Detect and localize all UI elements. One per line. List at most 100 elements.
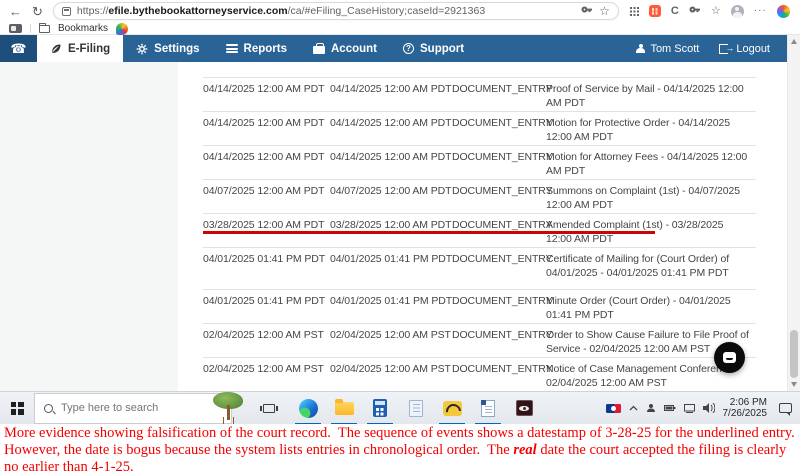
tab-support[interactable]: ? Support [390,35,477,62]
table-row[interactable]: 02/04/2025 12:00 AM PST 02/04/2025 12:00… [203,358,756,392]
tab-settings[interactable]: Settings [123,35,212,62]
tab-label: Account [331,43,377,55]
sidebar-toggle-icon[interactable] [9,24,22,33]
wallet-key-icon[interactable] [689,5,701,17]
description-cell: Motion for Attorney Fees - 04/14/2025 12… [546,150,756,179]
filed-date-cell: 04/01/2025 01:41 PM PDT [203,294,330,323]
scroll-up-arrow-icon[interactable] [791,39,797,44]
taskbar-clock[interactable]: 2:06 PM7/26/2025 [723,397,768,420]
taskbar-app-notepad[interactable] [398,392,434,425]
user-menu[interactable]: Tom Scott [636,43,699,55]
page-content: 04/14/2025 12:00 AM PDT 04/14/2025 12:00… [0,62,800,391]
bookmarks-label[interactable]: Bookmarks [58,23,108,34]
logout-label: Logout [736,43,770,55]
action-center-icon[interactable] [779,403,792,413]
toolbar-icons: C ☆ ··· [630,5,790,18]
apps-grid-icon[interactable] [630,7,639,16]
entered-date-cell: 04/01/2025 01:41 PM PDT [330,294,452,323]
entry-type-cell: DOCUMENT_ENTRY [452,294,546,323]
table-row[interactable]: 04/01/2025 01:41 PM PDT 04/01/2025 01:41… [203,248,756,290]
browser-menu-icon[interactable]: ··· [754,6,767,16]
filed-date-cell: 02/04/2025 12:00 AM PST [203,328,330,357]
start-button[interactable] [0,392,34,425]
word-document-icon [481,400,495,417]
scrollbar-thumb[interactable] [790,330,798,378]
edge-icon [299,399,318,418]
table-row[interactable]: 04/14/2025 12:00 AM PDT 04/14/2025 12:00… [203,112,756,146]
briefcase-icon [313,46,325,54]
page-scrollbar[interactable] [787,35,800,391]
taskbar-search[interactable] [34,393,232,424]
search-highlight-tree-image[interactable] [210,392,246,422]
entry-type-cell: DOCUMENT_ENTRY [452,116,546,145]
clock-time: 2:06 PM [730,397,767,408]
tray-speaker-icon[interactable] [703,403,715,413]
case-history-panel: 04/14/2025 12:00 AM PDT 04/14/2025 12:00… [178,62,787,391]
filed-date-cell: 04/14/2025 12:00 AM PDT [203,150,330,179]
extension-icon[interactable] [649,5,661,17]
filed-date-cell: 04/07/2025 12:00 AM PDT [203,184,330,213]
navbar-right: Tom Scott Logout [636,35,800,62]
phone-button[interactable]: ☎ [0,35,37,62]
site-info-icon[interactable] [62,7,71,16]
tab-account[interactable]: Account [300,35,390,62]
tray-person-icon[interactable] [646,403,656,413]
tab-label: Support [420,43,464,55]
url-text: https://efile.bythebookattorneyservice.c… [77,5,485,17]
clock-date: 7/26/2025 [723,408,768,419]
taskbar-app-eye[interactable] [506,392,542,425]
tab-efiling[interactable]: E-Filing [37,35,123,62]
scroll-down-arrow-icon[interactable] [791,382,797,387]
table-row[interactable]: 02/04/2025 12:00 AM PST 02/04/2025 12:00… [203,324,756,358]
question-circle-icon: ? [403,43,414,54]
taskbar-app-edge[interactable] [290,392,326,425]
taskbar-app-explorer[interactable] [326,392,362,425]
password-key-icon[interactable] [581,5,593,17]
windows-logo-icon [11,402,24,415]
description-cell: Minute Order (Court Order) - 04/01/2025 … [546,294,756,323]
tray-chevron-up-icon[interactable] [629,405,638,411]
entered-date-cell: 02/04/2025 12:00 AM PST [330,362,452,391]
tab-label: E-Filing [68,43,110,55]
bookmarks-folder-icon[interactable] [39,25,50,33]
search-input[interactable] [61,402,176,414]
taskbar-app-calculator[interactable] [362,392,398,425]
entry-type-cell: DOCUMENT_ENTRY [452,328,546,357]
loop-icon[interactable]: C [671,6,679,17]
tray-battery-icon[interactable] [664,404,676,412]
bookmark-favicon-icon[interactable] [116,23,128,35]
favorite-star-icon[interactable]: ☆ [599,5,610,17]
tray-network-icon[interactable] [684,404,695,413]
chat-launcher-button[interactable] [714,342,745,373]
collections-icon[interactable]: ☆ [711,6,721,17]
table-row[interactable]: 04/07/2025 12:00 AM PDT 04/07/2025 12:00… [203,180,756,214]
task-view-button[interactable] [254,392,284,425]
address-bar[interactable]: https://efile.bythebookattorneyservice.c… [53,2,619,20]
filed-date-cell: 04/14/2025 12:00 AM PDT [203,82,330,111]
eye-app-icon [516,400,533,416]
tab-reports[interactable]: Reports [213,35,300,62]
taskbar-app-fsb[interactable] [434,392,470,425]
logout-button[interactable]: Logout [719,43,770,55]
taskbar-app-word[interactable] [470,392,506,425]
calculator-icon [373,399,387,417]
table-row[interactable]: 04/14/2025 12:00 AM PDT 04/14/2025 12:00… [203,146,756,180]
description-cell: Summons on Complaint (1st) - 04/07/2025 … [546,184,756,213]
refresh-icon[interactable]: ↻ [32,5,43,18]
profile-avatar[interactable] [731,5,744,18]
entered-date-cell: 04/14/2025 12:00 AM PDT [330,116,452,145]
filed-date-cell: 04/01/2025 01:41 PM PDT [203,252,330,289]
divider [30,24,31,33]
table-row[interactable]: 04/14/2025 12:00 AM PDT 04/14/2025 12:00… [203,78,756,112]
app-navbar: ☎ E-Filing Settings Reports Account ? Su… [0,35,800,62]
annotation-emphasis: real [513,442,536,458]
copilot-icon[interactable] [777,5,790,18]
reports-list-icon [226,44,238,53]
tab-label: Settings [154,43,199,55]
mlb-icon[interactable] [606,404,621,413]
red-annotation-text: More evidence showing falsification of t… [0,424,800,475]
back-icon[interactable]: ← [9,5,22,18]
logout-icon [719,44,728,54]
table-row[interactable]: 03/28/2025 12:00 AM PDT 03/28/2025 12:00… [203,214,756,248]
table-row[interactable]: 04/01/2025 01:41 PM PDT 04/01/2025 01:41… [203,290,756,324]
